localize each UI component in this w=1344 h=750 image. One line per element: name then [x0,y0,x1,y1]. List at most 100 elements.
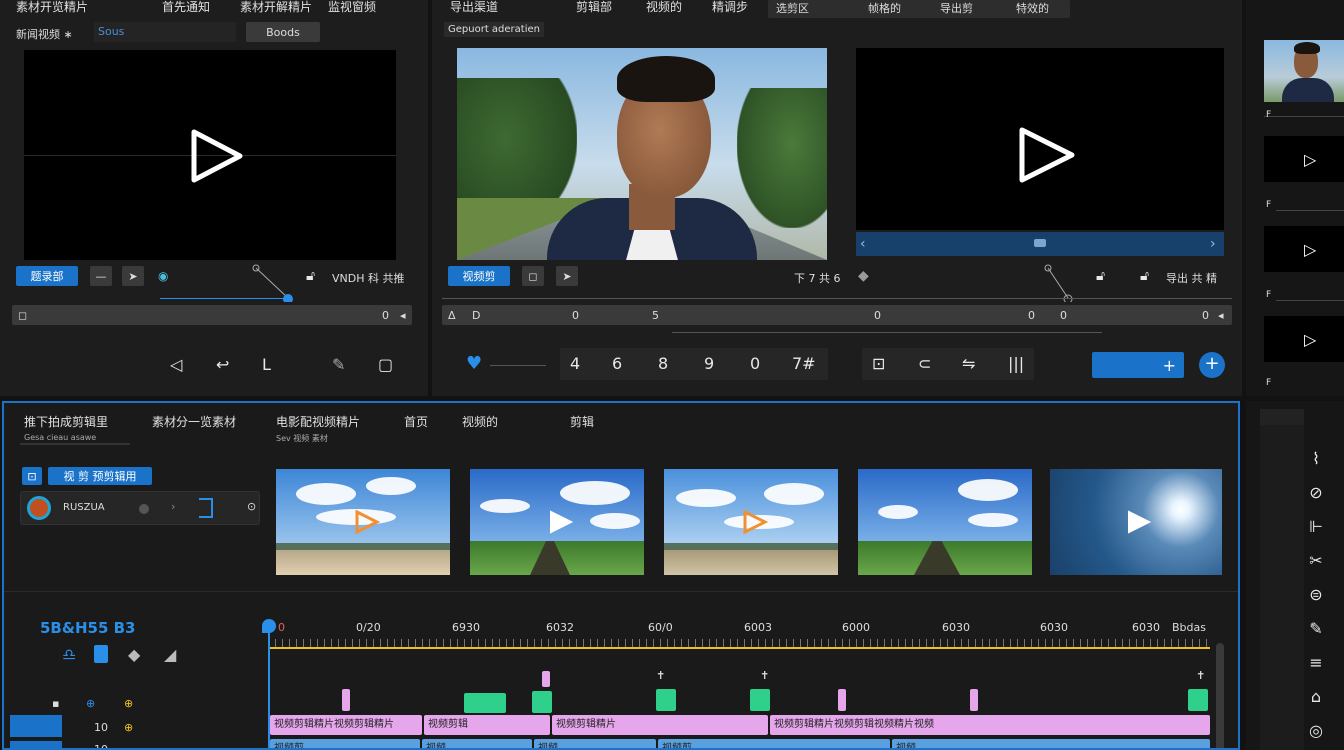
thumb-sky-field-2[interactable] [470,469,644,575]
center-mode-button[interactable]: 视频剪 [448,266,510,286]
center-lock-icon-1[interactable]: 🔓︎ [1096,268,1105,284]
subbar-field[interactable]: Sous [94,22,236,42]
clip-pink-2[interactable]: 视频剪辑 [424,715,550,735]
thumb-lens-flare[interactable] [1050,469,1222,575]
track-header-active[interactable] [10,715,62,737]
tab-center-1[interactable]: 导出渠道 [450,0,498,15]
right-thumb-portrait[interactable] [1264,40,1344,102]
marker-green-4[interactable] [750,689,770,711]
media-item-row[interactable]: RUSZUA › ⊙ [20,491,260,525]
paint-icon[interactable]: ◆ [858,268,869,284]
clip-pink-3[interactable]: 视频剪辑精片 [552,715,768,735]
tab-center-2[interactable]: 剪辑部 [576,0,612,15]
selection-tool-icon[interactable]: ⌇ [1306,451,1326,467]
segment-3[interactable]: 导出剪 [940,0,973,16]
stop-icon[interactable]: ▢ [378,357,393,373]
track-tool-4-icon[interactable]: ◢ [164,647,176,663]
scroll-thumb[interactable] [1034,239,1046,247]
marker-green-2[interactable] [532,691,552,713]
minus-button[interactable]: — [90,266,112,286]
play-icon[interactable] [190,128,244,187]
media-chip-1[interactable]: ⊡ [22,467,42,485]
clip-pink-1[interactable]: 视频剪辑精片视频剪辑精片 [270,715,422,735]
add-to-timeline-button[interactable]: + [1092,352,1184,378]
rewind-icon[interactable]: ↩ [216,357,229,373]
media-subtab-2[interactable]: Sev 视频 素材 [276,433,328,444]
slip-tool-icon[interactable]: ⊜ [1306,587,1326,603]
numpad-hash[interactable]: 7# [792,356,816,372]
marker-pink-1[interactable] [342,689,350,711]
type-tool-icon[interactable]: ◎ [1306,723,1326,739]
timeline-ruler[interactable]: 0/20 6930 6032 60/0 6003 6000 6030 6030 … [268,621,1212,647]
center-scrub-bar[interactable]: Δ D 0 5 0 0 0 0 ◂ [442,305,1232,325]
numpad-0[interactable]: 0 [750,356,760,372]
multicam-icon[interactable]: ||| [1008,356,1024,372]
marker-pink-2[interactable] [542,671,550,687]
marker-flag-3[interactable]: ✝ [1196,669,1205,682]
hand-tool-icon[interactable]: ≡ [1306,655,1326,671]
play-icon[interactable] [354,509,381,538]
volume-track[interactable] [490,365,546,366]
link-icon[interactable]: ⊂ [918,356,931,372]
razor-icon[interactable]: ✎ [332,357,345,373]
track-tool-3-icon[interactable]: ◆ [128,647,140,663]
marker-pink-4[interactable] [970,689,978,711]
track-row-icon-1[interactable]: ▪ [52,697,59,710]
tab-media-5[interactable]: 视频的 [462,413,498,430]
media-subtab-1[interactable]: Gesa cieau asawe [24,433,96,442]
center-square-button[interactable]: ◻ [522,266,544,286]
track-select-tool-icon[interactable]: ⊘ [1306,485,1326,501]
left-mode-button[interactable]: 题录部 [16,266,78,286]
center-send-button[interactable]: ➤ [556,266,578,286]
clip-blue-5[interactable]: 视频 [892,739,1210,748]
right-thumb-3[interactable]: ▷ [1264,316,1344,362]
tab-left-2[interactable]: 首先通知 [162,0,210,15]
track-header-active-2[interactable] [10,741,62,748]
numpad-8[interactable]: 8 [658,356,668,372]
mark-in-icon[interactable]: L [262,357,271,373]
right-thumb-2[interactable]: ▷ [1264,226,1344,272]
tab-left-4[interactable]: 监视窗频 [328,0,376,15]
pen-tool-icon[interactable]: ✎ [1306,621,1326,637]
center-lock-icon-2[interactable]: 🔓︎ [1140,268,1149,284]
marker-flag-1[interactable]: ✝ [656,669,665,682]
marker-green-3[interactable] [656,689,676,711]
scroll-right-arrow[interactable]: › [1210,236,1216,252]
razor-tool-icon[interactable]: ✂ [1306,553,1326,569]
send-button[interactable]: ➤ [122,266,144,286]
track-row-icon-4[interactable]: ⊕ [124,721,133,734]
clip-blue-3[interactable]: 视频 [534,739,656,748]
track-tool-2-icon[interactable] [94,645,108,663]
center-scrub-arrow[interactable]: ◂ [1218,309,1224,322]
play-icon[interactable] [742,509,769,538]
segment-2[interactable]: 帧格的 [868,0,901,16]
playhead-handle[interactable] [262,619,276,633]
clip-blue-1[interactable]: 视频剪 [270,739,420,748]
tab-media-2[interactable]: 素材分一览素材 [152,413,236,430]
thumb-sky-field-4[interactable] [858,469,1032,575]
clip-pink-4[interactable]: 视频剪辑精片视频剪辑视频精片视频 [770,715,1210,735]
program-video-frame[interactable] [457,48,827,260]
ripple-icon[interactable]: ⇋ [962,356,975,372]
tab-media-6[interactable]: 剪辑 [570,413,594,430]
tab-left-1[interactable]: 素材开览精片 [16,0,88,15]
right-thumb-1[interactable]: ▷ [1264,136,1344,182]
ripple-edit-tool-icon[interactable]: ⊩ [1306,519,1326,535]
timeline-scrollbar[interactable] [1216,643,1224,748]
numpad-9[interactable]: 9 [704,356,714,372]
tab-center-3[interactable]: 视频的 [646,0,682,15]
segment-4[interactable]: 特效的 [1016,0,1049,16]
numpad-6[interactable]: 6 [612,356,622,372]
track-row-icon-2[interactable]: ⊕ [86,697,95,710]
segmented-control[interactable]: 选剪区 帧格的 导出剪 特效的 [768,0,1070,18]
subbar-button[interactable]: Boods [246,22,320,42]
left-video-canvas[interactable] [24,50,396,260]
numpad-4[interactable]: 4 [570,356,580,372]
scroll-left-arrow[interactable]: ‹ [860,236,866,252]
eye-icon[interactable]: ◉ [158,268,168,284]
previous-frame-icon[interactable]: ◁ [170,357,182,373]
marker-green-5[interactable] [1188,689,1208,711]
segment-1[interactable]: 选剪区 [776,0,809,16]
tab-media-1[interactable]: 推下拍成剪辑里 [24,413,108,430]
media-item-slot[interactable] [199,498,213,518]
